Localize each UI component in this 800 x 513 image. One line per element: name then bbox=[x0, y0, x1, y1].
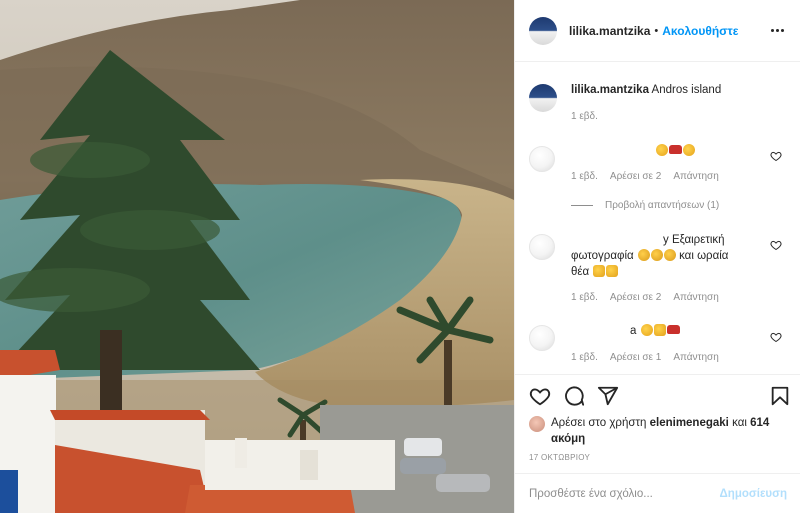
comment-text-line: y Εξαιρετική bbox=[663, 234, 725, 246]
comment-time[interactable]: 1 εβδ. bbox=[571, 171, 598, 182]
comment-time[interactable]: 1 εβδ. bbox=[571, 352, 598, 363]
caption-username[interactable]: lilika.mantzika bbox=[571, 84, 649, 96]
post-photo[interactable] bbox=[0, 0, 514, 513]
comment-text: a bbox=[630, 323, 680, 339]
comment-likes-count[interactable]: Αρέσει σε 2 bbox=[610, 292, 661, 303]
comment-meta: 1 εβδ. Αρέσει σε 1 Απάντηση bbox=[571, 352, 719, 363]
comment-icon[interactable] bbox=[563, 385, 585, 407]
comment-reply-button[interactable]: Απάντηση bbox=[673, 352, 718, 363]
comment-text-line: a bbox=[630, 325, 637, 337]
author-username[interactable]: lilika.mantzika bbox=[569, 24, 650, 38]
comment-text-line: θέα bbox=[571, 266, 590, 278]
caption-timestamp[interactable]: 1 εβδ. bbox=[571, 111, 598, 122]
separator-dot: • bbox=[654, 24, 659, 37]
clapping-emoji-icon bbox=[656, 144, 668, 156]
caption-body: Andros island bbox=[651, 84, 722, 96]
post-header: lilika.mantzika • Ακολουθήστε bbox=[515, 0, 800, 62]
author-avatar[interactable] bbox=[529, 16, 557, 45]
likes-summary: Αρέσει στο χρήστη elenimenegaki και 614 … bbox=[529, 415, 781, 447]
post-side-panel: lilika.mantzika • Ακολουθήστε lilika.man… bbox=[514, 0, 800, 513]
comment-meta: 1 εβδ. Αρέσει σε 2 Απάντηση bbox=[571, 171, 719, 182]
liker-avatar[interactable] bbox=[529, 416, 545, 432]
post-actions: Αρέσει στο χρήστη elenimenegaki και 614 … bbox=[515, 374, 800, 513]
caption-author-avatar[interactable] bbox=[529, 84, 557, 112]
comment-like-heart-icon[interactable] bbox=[770, 150, 782, 162]
comment-text-line: και ωραία bbox=[679, 250, 729, 262]
commenter-avatar[interactable] bbox=[529, 234, 555, 260]
ok-hand-emoji-icon bbox=[650, 249, 663, 261]
comment-text bbox=[655, 143, 695, 159]
more-options-icon[interactable] bbox=[768, 22, 786, 40]
view-replies-button[interactable]: Προβολή απαντήσεων (1) bbox=[571, 200, 719, 211]
comment-likes-count[interactable]: Αρέσει σε 2 bbox=[610, 171, 661, 182]
comment-reply-button[interactable]: Απάντηση bbox=[673, 171, 718, 182]
post-comment-button[interactable]: Δημοσίευση bbox=[720, 488, 787, 500]
ok-hand-emoji-icon bbox=[637, 249, 650, 261]
comment-like-heart-icon[interactable] bbox=[770, 239, 782, 251]
car-emoji-icon bbox=[669, 145, 682, 154]
comment-likes-count[interactable]: Αρέσει σε 1 bbox=[610, 352, 661, 363]
commenter-avatar[interactable] bbox=[529, 146, 555, 172]
follow-button[interactable]: Ακολουθήστε bbox=[662, 24, 738, 38]
comment-meta: 1 εβδ. Αρέσει σε 2 Απάντηση bbox=[571, 292, 719, 303]
car-emoji-icon bbox=[666, 325, 680, 334]
bookmark-icon[interactable] bbox=[769, 385, 791, 407]
thumbs-up-emoji-icon bbox=[653, 324, 666, 336]
add-comment-row: Δημοσίευση bbox=[515, 473, 800, 513]
clapping-emoji-icon bbox=[640, 324, 653, 336]
clapping-emoji-icon bbox=[683, 144, 695, 156]
thumbs-up-emoji-icon bbox=[606, 265, 619, 277]
add-comment-input[interactable] bbox=[529, 488, 719, 500]
liker-username[interactable]: elenimenegaki bbox=[650, 417, 729, 429]
post-date[interactable]: 17 ΟΚΤΩΒΡΙΟΥ bbox=[529, 453, 590, 462]
caption-text: lilika.mantzika Andros island bbox=[571, 84, 721, 96]
thumbs-up-emoji-icon bbox=[593, 265, 606, 277]
comment-time[interactable]: 1 εβδ. bbox=[571, 292, 598, 303]
likes-prefix: Αρέσει στο χρήστη bbox=[551, 417, 647, 429]
comment-text: y Εξαιρετική φωτογραφία και ωραία θέα bbox=[571, 232, 761, 280]
likes-and: και bbox=[732, 417, 747, 429]
commenter-avatar[interactable] bbox=[529, 325, 555, 351]
share-icon[interactable] bbox=[597, 385, 619, 407]
ok-hand-emoji-icon bbox=[663, 249, 676, 261]
comment-text-line: φωτογραφία bbox=[571, 250, 634, 262]
heart-icon[interactable] bbox=[529, 385, 551, 407]
beach-photo-illustration bbox=[0, 0, 514, 513]
instagram-post-view: lilika.mantzika • Ακολουθήστε lilika.man… bbox=[0, 0, 800, 513]
comment-like-heart-icon[interactable] bbox=[770, 331, 782, 343]
comment-reply-button[interactable]: Απάντηση bbox=[673, 292, 718, 303]
